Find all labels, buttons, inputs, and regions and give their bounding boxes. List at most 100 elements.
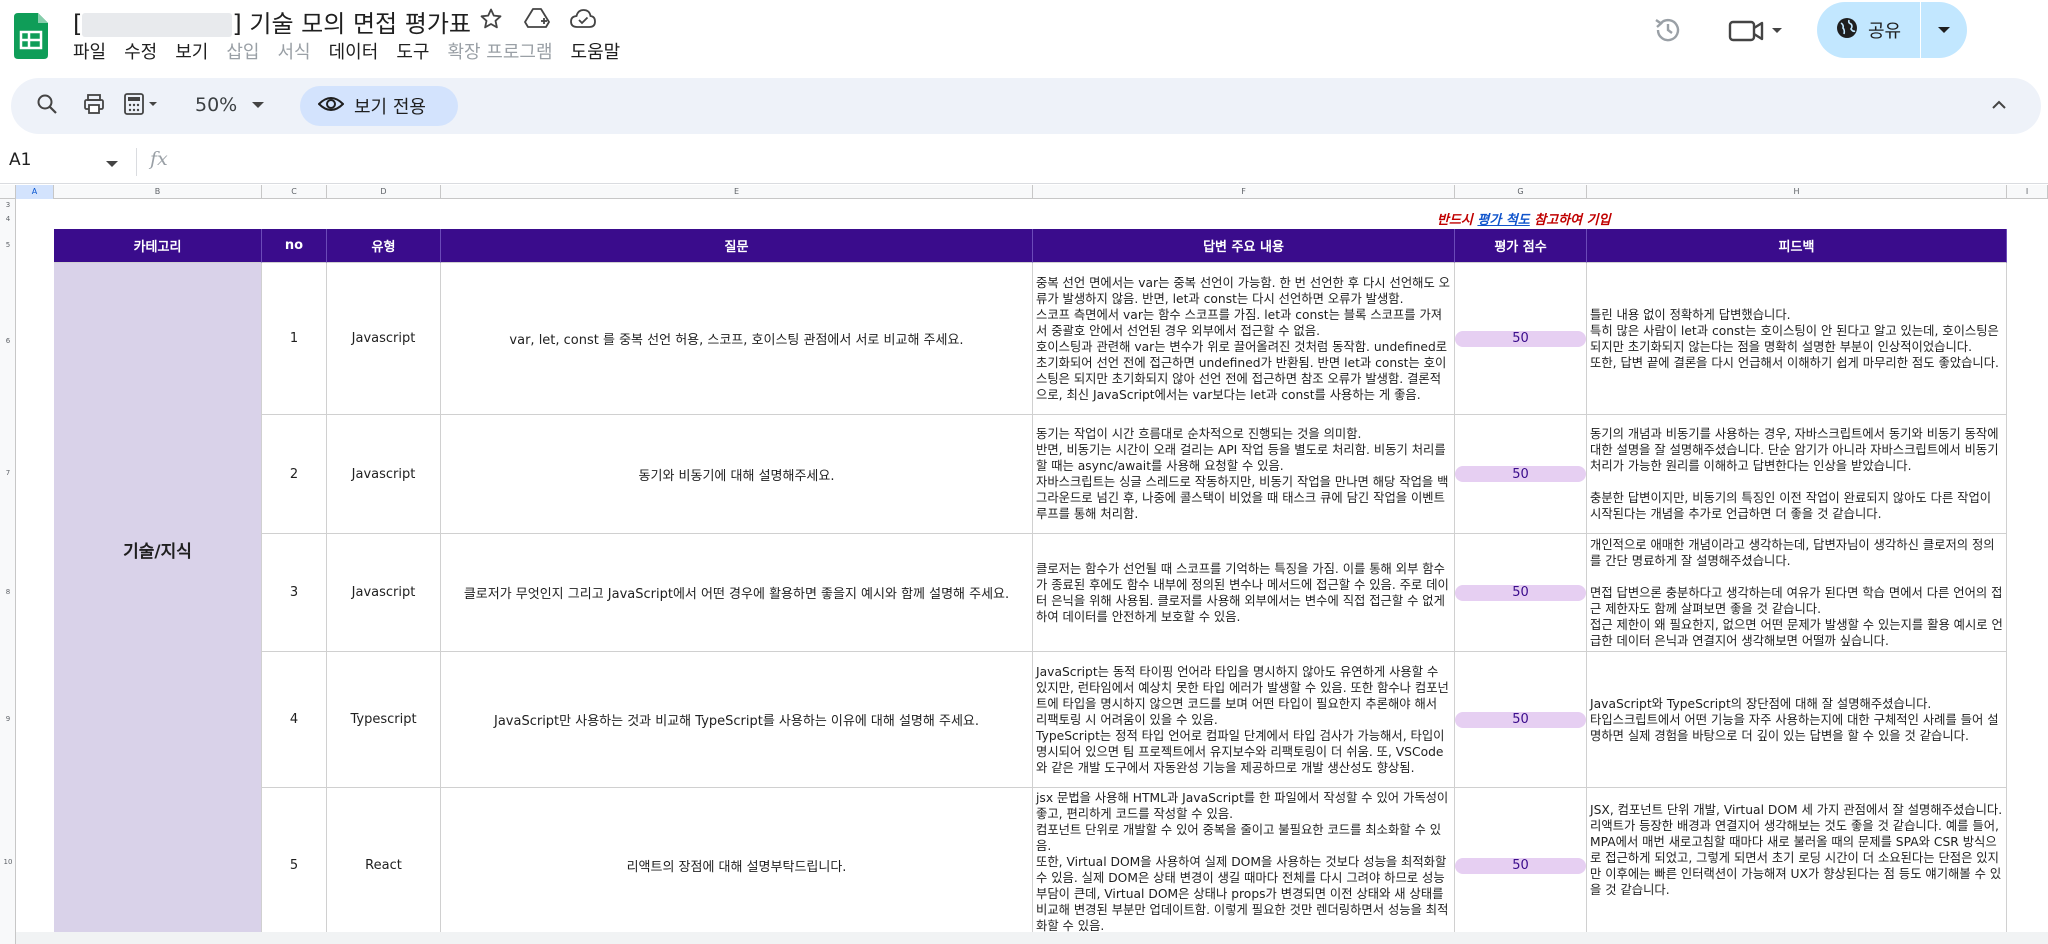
cloud-saved-icon[interactable] bbox=[570, 6, 596, 32]
table-row[interactable]: 중복 선언 면에서는 var는 중복 선언이 가능함. 한 번 선언한 후 다시… bbox=[1033, 263, 1455, 415]
table-row[interactable]: 50 bbox=[1455, 415, 1587, 534]
table-row[interactable]: Javascript bbox=[327, 415, 441, 534]
column-header-d[interactable]: D bbox=[327, 185, 441, 199]
zoom-chevron-down-icon[interactable] bbox=[251, 100, 265, 110]
star-icon[interactable] bbox=[478, 6, 504, 32]
header-question[interactable]: 질문 bbox=[441, 229, 1033, 263]
share-options-chevron-down-icon[interactable] bbox=[1921, 2, 1967, 58]
column-header-b[interactable]: B bbox=[54, 185, 262, 199]
meet-video-icon[interactable] bbox=[1728, 14, 1788, 50]
score-pill[interactable]: 50 bbox=[1455, 711, 1586, 728]
row-header-8[interactable]: 8 bbox=[0, 588, 16, 596]
header-category[interactable]: 카테고리 bbox=[54, 229, 262, 263]
top-bar: [] 기술 모의 면접 평가표 파일 수정 보기 삽입 서식 데이터 도구 확장… bbox=[0, 0, 2048, 76]
table-row[interactable]: 동기는 작업이 시간 흐름대로 순차적으로 진행되는 것을 의미함. 반면, 비… bbox=[1033, 415, 1455, 534]
row-headers: 3 4 5 6 7 8 9 10 bbox=[0, 199, 16, 944]
item-feedback: 틀린 내용 없이 정확하게 답변했습니다. 특히 많은 사람이 let과 con… bbox=[1590, 307, 1999, 370]
table-row[interactable]: 1 bbox=[262, 263, 327, 415]
item-type: React bbox=[365, 858, 402, 873]
row-header-7[interactable]: 7 bbox=[0, 469, 16, 477]
menu-tools[interactable]: 도구 bbox=[396, 38, 439, 64]
menu-file[interactable]: 파일 bbox=[73, 38, 116, 64]
name-box-chevron-down-icon[interactable] bbox=[105, 154, 119, 173]
table-row[interactable]: jsx 문법을 사용해 HTML과 JavaScript를 한 파일에서 작성할… bbox=[1033, 788, 1455, 944]
row-header-10[interactable]: 10 bbox=[0, 858, 16, 866]
table-row[interactable]: React bbox=[327, 788, 441, 944]
header-answer[interactable]: 답변 주요 내용 bbox=[1033, 229, 1455, 263]
share-button[interactable]: 공유 bbox=[1817, 2, 1967, 58]
menu-edit[interactable]: 수정 bbox=[124, 38, 167, 64]
item-type: Javascript bbox=[351, 466, 416, 482]
table-row[interactable]: 리액트의 장점에 대해 설명부탁드립니다. bbox=[441, 788, 1033, 944]
select-all-corner[interactable] bbox=[0, 185, 16, 199]
table-row[interactable]: Typescript bbox=[327, 652, 441, 788]
item-answer: 동기는 작업이 시간 흐름대로 순차적으로 진행되는 것을 의미함. 반면, 비… bbox=[1036, 427, 1449, 521]
table-row[interactable]: 동기의 개념과 비동기를 사용하는 경우, 자바스크립트에서 동기와 비동기 동… bbox=[1587, 415, 2007, 534]
table-row[interactable]: JavaScript와 TypeScript의 장단점에 대해 잘 설명해주셨습… bbox=[1587, 652, 2007, 788]
table-row[interactable]: JavaScript만 사용하는 것과 비교해 TypeScript를 사용하는… bbox=[441, 652, 1033, 788]
header-score[interactable]: 평가 점수 bbox=[1455, 229, 1587, 263]
horizontal-scrollbar[interactable] bbox=[16, 932, 2048, 944]
column-header-i[interactable]: I bbox=[2007, 185, 2048, 199]
table-row[interactable]: JavaScript는 동적 타이핑 언어라 타입을 명시하지 않아도 유연하게… bbox=[1033, 652, 1455, 788]
table-row[interactable]: 틀린 내용 없이 정확하게 답변했습니다. 특히 많은 사람이 let과 con… bbox=[1587, 263, 2007, 415]
header-type[interactable]: 유형 bbox=[327, 229, 441, 263]
item-no: 1 bbox=[289, 331, 299, 346]
column-header-a[interactable]: A bbox=[16, 185, 54, 199]
score-pill[interactable]: 50 bbox=[1455, 584, 1586, 601]
print-icon[interactable] bbox=[82, 92, 106, 116]
menu-extensions: 확장 프로그램 bbox=[447, 42, 553, 63]
score-pill[interactable]: 50 bbox=[1455, 857, 1586, 874]
category-cell[interactable]: 기술/지식 bbox=[54, 263, 262, 944]
search-icon[interactable] bbox=[35, 92, 59, 116]
table-row[interactable]: Javascript bbox=[327, 534, 441, 652]
view-only-label: 보기 전용 bbox=[354, 97, 426, 118]
share-main-button[interactable]: 공유 bbox=[1817, 2, 1921, 58]
menu-view[interactable]: 보기 bbox=[175, 38, 218, 64]
table-row[interactable]: 2 bbox=[262, 415, 327, 534]
table-row[interactable]: var, let, const 를 중복 선언 허용, 스코프, 호이스팅 관점… bbox=[441, 263, 1033, 415]
row-header-4[interactable]: 4 bbox=[0, 215, 16, 223]
column-header-e[interactable]: E bbox=[441, 185, 1033, 199]
table-row[interactable]: 5 bbox=[262, 788, 327, 944]
evaluation-scale-link[interactable]: 평가 척도 bbox=[1477, 213, 1529, 228]
row-header-9[interactable]: 9 bbox=[0, 715, 16, 723]
row-header-3[interactable]: 3 bbox=[0, 201, 16, 209]
column-header-c[interactable]: C bbox=[262, 185, 327, 199]
table-row[interactable]: Javascript bbox=[327, 263, 441, 415]
table-row[interactable]: 50 bbox=[1455, 263, 1587, 415]
header-no[interactable]: no bbox=[262, 229, 327, 263]
table-row[interactable]: JSX, 컴포넌트 단위 개발, Virtual DOM 세 가지 관점에서 잘… bbox=[1587, 788, 2007, 944]
table-row[interactable]: 개인적으로 애매한 개념이라고 생각하는데, 답변자님이 생각하신 클로저의 정… bbox=[1587, 534, 2007, 652]
table-row[interactable]: 동기와 비동기에 대해 설명해주세요. bbox=[441, 415, 1033, 534]
table-row[interactable]: 50 bbox=[1455, 652, 1587, 788]
menu-insert: 삽입 bbox=[226, 42, 260, 63]
table-row[interactable]: 50 bbox=[1455, 534, 1587, 652]
version-history-icon[interactable] bbox=[1652, 14, 1684, 50]
item-feedback: JavaScript와 TypeScript의 장단점에 대해 잘 설명해주셨습… bbox=[1590, 696, 1999, 743]
move-to-drive-icon[interactable] bbox=[524, 6, 550, 32]
column-header-f[interactable]: F bbox=[1033, 185, 1455, 199]
table-row[interactable]: 3 bbox=[262, 534, 327, 652]
view-only-button[interactable]: 보기 전용 bbox=[300, 86, 458, 126]
item-question: 동기와 비동기에 대해 설명해주세요. bbox=[638, 468, 835, 484]
row-header-6[interactable]: 6 bbox=[0, 337, 16, 345]
column-header-h[interactable]: H bbox=[1587, 185, 2007, 199]
row-header-5[interactable]: 5 bbox=[0, 241, 16, 249]
collapse-toolbar-chevron-up-icon[interactable] bbox=[1990, 96, 2008, 114]
zoom-level[interactable]: 50% bbox=[195, 94, 237, 116]
menu-data[interactable]: 데이터 bbox=[329, 38, 389, 64]
table-row[interactable]: 50 bbox=[1455, 788, 1587, 944]
table-row[interactable]: 클로저는 함수가 선언될 때 스코프를 기억하는 특징을 가짐. 이를 통해 외… bbox=[1033, 534, 1455, 652]
menu-help[interactable]: 도움말 bbox=[571, 38, 631, 64]
table-row[interactable]: 클로저가 무엇인지 그리고 JavaScript에서 어떤 경우에 활용하면 좋… bbox=[441, 534, 1033, 652]
sheets-logo-icon[interactable] bbox=[14, 13, 48, 59]
column-header-g[interactable]: G bbox=[1455, 185, 1587, 199]
document-title[interactable]: [] 기술 모의 면접 평가표 bbox=[73, 4, 471, 39]
score-pill[interactable]: 50 bbox=[1455, 466, 1586, 482]
calculator-icon[interactable] bbox=[123, 92, 163, 116]
item-answer: 클로저는 함수가 선언될 때 스코프를 기억하는 특징을 가짐. 이를 통해 외… bbox=[1036, 561, 1449, 624]
header-feedback[interactable]: 피드백 bbox=[1587, 229, 2007, 263]
score-pill[interactable]: 50 bbox=[1455, 330, 1586, 347]
table-row[interactable]: 4 bbox=[262, 652, 327, 788]
